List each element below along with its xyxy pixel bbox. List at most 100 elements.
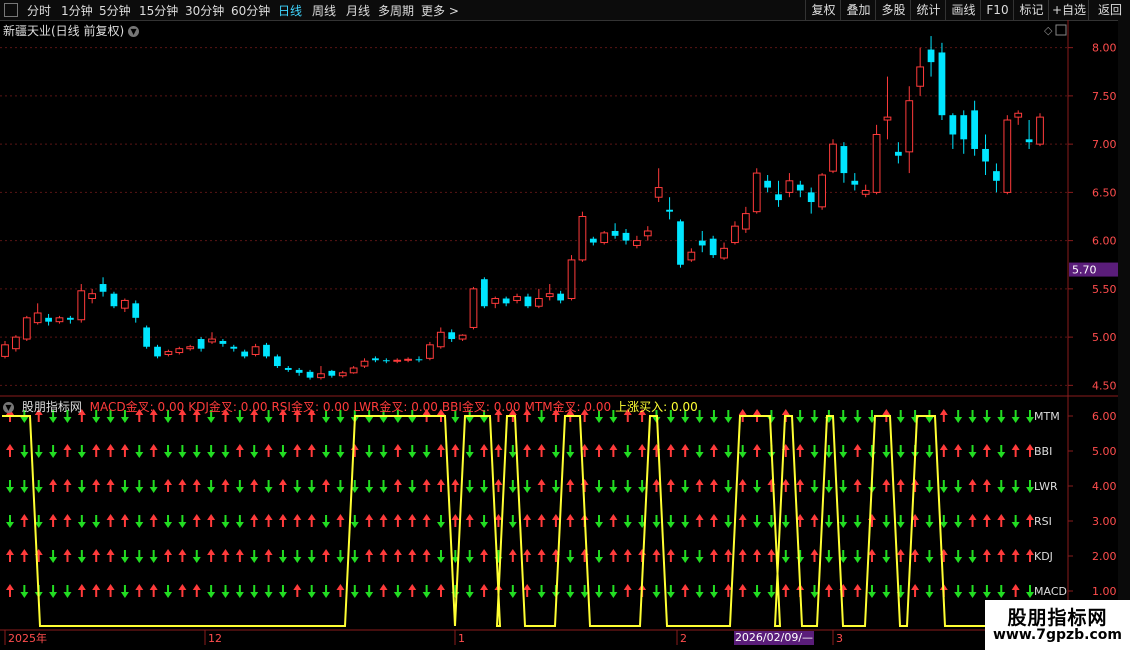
up-arrow-icon — [92, 444, 101, 457]
down-arrow-icon — [221, 515, 230, 528]
window-icon[interactable] — [1055, 24, 1067, 36]
down-arrow-icon — [882, 585, 891, 598]
up-arrow-icon — [867, 549, 876, 562]
indicator-row-label: BBI — [1034, 445, 1052, 458]
up-arrow-icon — [1011, 549, 1020, 562]
down-arrow-icon — [120, 480, 129, 493]
timeframe-tab[interactable]: 月线 — [346, 2, 370, 19]
candle-down — [677, 221, 684, 265]
candle-down — [273, 356, 281, 367]
up-arrow-icon — [408, 514, 417, 527]
toolbar-button[interactable]: 统计 — [910, 0, 946, 20]
up-arrow-icon — [638, 584, 647, 597]
up-arrow-icon — [896, 549, 905, 562]
timeframe-tab[interactable]: 60分钟 — [231, 2, 270, 19]
candle-up — [578, 216, 587, 261]
up-arrow-icon — [250, 514, 259, 527]
down-arrow-icon — [638, 480, 647, 493]
down-arrow-icon — [997, 445, 1006, 458]
up-arrow-icon — [623, 549, 632, 562]
time-tick-label: 1 — [458, 632, 465, 645]
menu-grid-icon[interactable] — [4, 3, 18, 17]
timeframe-tab[interactable]: 1分钟 — [61, 2, 93, 19]
down-arrow-icon — [207, 585, 216, 598]
down-arrow-icon — [551, 445, 560, 458]
up-arrow-icon — [796, 514, 805, 527]
price-tick-label: 8.00 — [1092, 42, 1117, 55]
right-scroll-strip[interactable] — [1118, 20, 1130, 650]
indicator-tick-label: 1.00 — [1092, 585, 1117, 598]
up-arrow-icon — [738, 409, 747, 422]
candle-down — [589, 238, 597, 243]
up-arrow-icon — [738, 514, 747, 527]
up-arrow-icon — [49, 479, 58, 492]
down-arrow-icon — [609, 480, 618, 493]
down-arrow-icon — [92, 515, 101, 528]
down-arrow-icon — [336, 550, 345, 563]
down-arrow-icon — [968, 585, 977, 598]
down-arrow-icon — [824, 480, 833, 493]
toolbar-button[interactable]: 标记 — [1013, 0, 1049, 20]
toolbar-button[interactable]: +自选 — [1048, 0, 1089, 20]
candle-down — [971, 110, 979, 149]
candle-down — [45, 317, 52, 322]
up-arrow-icon — [796, 584, 805, 597]
diamond-icon[interactable]: ◇ — [1044, 24, 1053, 37]
candle-down — [796, 184, 804, 191]
down-arrow-icon — [365, 480, 374, 493]
up-arrow-icon — [408, 584, 417, 597]
down-arrow-icon — [350, 515, 359, 528]
candle-up — [404, 358, 412, 361]
chevron-down-icon[interactable]: ▼ — [128, 26, 140, 37]
candle-down — [480, 279, 488, 307]
down-arrow-icon — [6, 480, 14, 493]
candle-down — [110, 293, 118, 307]
up-arrow-icon — [623, 584, 632, 597]
down-arrow-icon — [623, 445, 632, 458]
indicator-tick-label: 6.00 — [1092, 410, 1117, 423]
toolbar-button[interactable]: 复权 — [805, 0, 841, 20]
down-arrow-icon — [207, 445, 216, 458]
candle-up — [1003, 119, 1012, 193]
timeframe-tab[interactable]: 30分钟 — [185, 2, 224, 19]
candle-down — [1025, 139, 1033, 143]
down-arrow-icon — [20, 480, 29, 493]
up-arrow-icon — [365, 514, 374, 527]
candle-up — [317, 373, 325, 379]
toolbar-button[interactable]: 叠加 — [840, 0, 876, 20]
down-arrow-icon — [982, 585, 991, 598]
up-arrow-icon — [149, 584, 158, 597]
down-arrow-icon — [695, 445, 704, 458]
up-arrow-icon — [1026, 549, 1034, 562]
down-arrow-icon — [681, 480, 690, 493]
down-arrow-icon — [867, 480, 876, 493]
chevron-down-icon[interactable]: ▼ — [3, 402, 14, 413]
up-arrow-icon — [939, 549, 948, 562]
candle-down — [295, 369, 303, 373]
timeframe-tab[interactable]: 分时 — [27, 2, 51, 19]
up-arrow-icon — [192, 584, 201, 597]
toolbar-button[interactable]: 多股 — [875, 0, 911, 20]
timeframe-tab[interactable]: 多周期 — [378, 2, 414, 19]
up-arrow-icon — [537, 549, 546, 562]
toolbar-button[interactable]: 画线 — [945, 0, 981, 20]
timeframe-tab[interactable]: 更多 > — [421, 2, 459, 19]
price-chart[interactable]: 8.00 7.50 7.00 6.50 6.00 5.50 5.00 4.50 5.70 6.0… — [0, 0, 1130, 650]
down-arrow-icon — [336, 445, 345, 458]
down-arrow-icon — [436, 515, 445, 528]
candle-up — [513, 296, 521, 301]
timeframe-tab[interactable]: 15分钟 — [139, 2, 178, 19]
down-arrow-icon — [465, 550, 474, 563]
timeframe-tab[interactable]: 5分钟 — [99, 2, 131, 19]
up-arrow-icon — [595, 444, 604, 457]
timeframe-tab[interactable]: 日线 — [278, 2, 302, 19]
toolbar-button[interactable]: F10 — [980, 0, 1014, 20]
candle-down — [372, 358, 379, 361]
up-arrow-icon — [278, 479, 287, 492]
timeframe-tab[interactable]: 周线 — [312, 2, 336, 19]
down-arrow-icon — [925, 515, 934, 528]
candle-up — [872, 133, 881, 193]
toolbar-button[interactable]: 返回 — [1088, 0, 1130, 20]
up-arrow-icon — [1011, 444, 1020, 457]
up-arrow-icon — [537, 514, 546, 527]
